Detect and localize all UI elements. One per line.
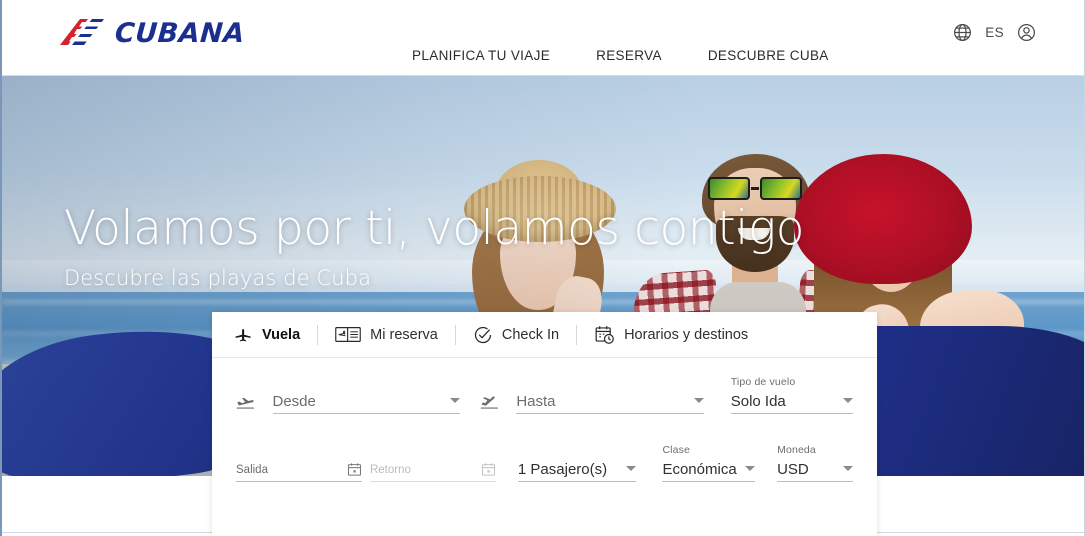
plane-takeoff-icon (236, 397, 254, 409)
nav-item-reserva[interactable]: RESERVA (596, 48, 662, 63)
tab-check-in[interactable]: Check In (473, 325, 559, 345)
flight-type-label: Tipo de vuelo (730, 376, 796, 388)
destination-dropdown-caret[interactable] (694, 398, 705, 403)
return-date-field[interactable]: Retorno (369, 458, 496, 482)
passengers-value: 1 Pasajero(s) (517, 461, 608, 478)
origin-dropdown-caret[interactable] (450, 398, 461, 403)
plane-landing-icon (480, 396, 498, 409)
tab-mi-reserva[interactable]: Mi reserva (335, 325, 438, 344)
booking-form: Desde Hasta Tipo de vuelo Solo Ida Salid… (212, 358, 877, 482)
calendar-icon[interactable] (347, 462, 362, 477)
booking-tabs: Vuela Mi reserva Check In Horarios y des… (212, 312, 877, 358)
boarding-pass-icon (335, 327, 361, 342)
hero-title: Volamos por ti, volamos contigo (64, 201, 805, 256)
page-root: CUBANA PLANIFICA TU VIAJE RESERVA DESCUB… (0, 0, 1085, 536)
site-header: CUBANA PLANIFICA TU VIAJE RESERVA DESCUB… (2, 0, 1084, 76)
destination-placeholder: Hasta (516, 393, 556, 410)
tab-divider (317, 324, 319, 345)
return-date-placeholder: Retorno (369, 463, 411, 476)
currency-label: Moneda (777, 444, 816, 456)
user-account-icon[interactable] (1016, 22, 1037, 43)
destination-field[interactable]: Hasta (516, 390, 705, 414)
booking-widget: Vuela Mi reserva Check In Horarios y des… (212, 312, 877, 536)
cabin-class-value: Económica (662, 461, 737, 478)
flight-type-value: Solo Ida (730, 393, 786, 410)
currency-dropdown-caret[interactable] (843, 466, 853, 471)
cubana-tailfin-logo-icon (60, 19, 104, 45)
nav-item-planifica[interactable]: PLANIFICA TU VIAJE (412, 48, 550, 63)
origin-placeholder: Desde (272, 393, 316, 410)
tab-mi-reserva-label: Mi reserva (370, 326, 438, 343)
currency-value: USD (777, 461, 809, 478)
calendar-clock-icon (595, 326, 614, 344)
passengers-dropdown-caret[interactable] (626, 466, 637, 471)
cabin-class-label: Clase (662, 444, 691, 456)
main-navigation: PLANIFICA TU VIAJE RESERVA DESCUBRE CUBA (412, 48, 829, 63)
calendar-icon[interactable] (481, 462, 496, 477)
header-utility-bar: ES (952, 22, 1037, 43)
departure-date-field[interactable]: Salida (236, 458, 362, 482)
logo-wordmark: CUBANA (113, 17, 246, 49)
cubana-logo[interactable]: CUBANA (58, 17, 246, 49)
hero-subtitle: Descubre las playas de Cuba (64, 265, 372, 290)
tab-divider (576, 324, 578, 345)
language-code[interactable]: ES (985, 25, 1004, 40)
tab-vuela[interactable]: Vuela (234, 325, 300, 344)
flight-type-field[interactable]: Tipo de vuelo Solo Ida (730, 376, 853, 414)
globe-icon[interactable] (952, 22, 973, 43)
form-row-dates-options: Salida Retorno 1 Pasajero(s) Clase Econó… (236, 444, 853, 482)
tab-vuela-label: Vuela (262, 326, 301, 343)
tab-divider (454, 324, 456, 345)
cabin-class-field[interactable]: Clase Económica (662, 444, 756, 482)
tab-horarios-destinos[interactable]: Horarios y destinos (594, 324, 748, 345)
origin-field[interactable]: Desde (272, 390, 461, 414)
departure-date-placeholder: Salida (236, 463, 268, 476)
check-circle-icon (474, 326, 491, 343)
airplane-icon (235, 329, 251, 342)
nav-item-descubre[interactable]: DESCUBRE CUBA (708, 48, 829, 63)
tab-horarios-label: Horarios y destinos (624, 326, 749, 343)
cabin-class-dropdown-caret[interactable] (745, 466, 756, 471)
tab-check-in-label: Check In (501, 326, 560, 343)
flight-type-dropdown-caret[interactable] (843, 398, 853, 403)
currency-field[interactable]: Moneda USD (777, 444, 853, 482)
hero-copy: Volamos por ti, volamos contigo Descubre… (64, 201, 805, 290)
form-row-origin-destination: Desde Hasta Tipo de vuelo Solo Ida (236, 376, 853, 414)
passengers-field[interactable]: 1 Pasajero(s) (517, 458, 637, 482)
